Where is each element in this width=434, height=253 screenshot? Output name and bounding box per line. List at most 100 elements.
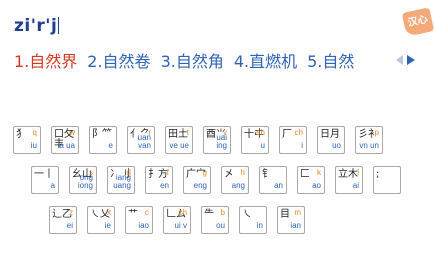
key-final-label: ou xyxy=(216,221,225,230)
keyboard-key: 𠃊ム zh ui v xyxy=(163,206,191,234)
keyboard-key: 辶乙 z ei xyxy=(49,206,77,234)
key-final-label: ai xyxy=(352,181,359,190)
keyboard-key: 十㐄 sh u xyxy=(241,126,269,154)
key-initial-label: p xyxy=(374,128,379,137)
key-initial-label: m xyxy=(294,208,301,217)
key-initial-label: sh xyxy=(256,128,265,137)
key-radical-label: ⺧ xyxy=(204,209,214,220)
composition-string: zi'r'j xyxy=(14,16,60,36)
key-radical-label: 日月 xyxy=(320,129,340,140)
keyboard-key: 犭 q iu xyxy=(13,126,41,154)
key-final-label: ia ua xyxy=(57,141,75,150)
page-navigation xyxy=(396,55,415,65)
key-radical-label: 艹 xyxy=(128,209,138,220)
key-final-label: ao xyxy=(312,181,321,190)
keyboard-key: ⺧ b ou xyxy=(201,206,229,234)
key-final-label: ui v xyxy=(174,221,187,230)
key-radical-label: 立木 xyxy=(338,169,358,180)
key-radical-label: 匚 xyxy=(300,169,310,180)
key-radical-label: ㇏ xyxy=(242,209,252,220)
candidate-list: 1.自然界 2.自然卷 3.自然角 4.直燃机 5.自然 xyxy=(14,48,364,72)
key-final-label: iao xyxy=(138,221,149,230)
key-radical-label: ; xyxy=(376,169,380,180)
keyboard-key: 厂 ch i xyxy=(279,126,307,154)
key-radical-label: 田土 xyxy=(168,129,188,140)
keyboard-key: 匚 k ao xyxy=(297,166,325,194)
keyboard-key: 阝⺮ e xyxy=(89,126,117,154)
key-final-label: eng xyxy=(193,181,207,190)
text-caret xyxy=(58,17,60,34)
key-initial-label: ch xyxy=(294,128,303,137)
key-initial-label: x xyxy=(107,208,111,217)
key-initial-label: w xyxy=(69,128,75,137)
candidate-2[interactable]: 2.自然卷 xyxy=(87,48,150,72)
key-radical-label: 扌方 xyxy=(148,169,168,180)
key-final-label: an xyxy=(274,181,283,190)
key-final-label: ei xyxy=(66,221,73,230)
key-initial-label: b xyxy=(220,208,225,217)
candidate-1[interactable]: 1.自然界 xyxy=(14,48,77,72)
key-initial-label: t xyxy=(186,128,189,137)
key-final-label: vn un xyxy=(359,141,379,150)
keyboard-key: ; xyxy=(373,166,401,194)
key-final-label: iang uang xyxy=(113,173,131,190)
key-final-label: u xyxy=(260,141,265,150)
keyboard-key: 酉⺌ y uai ing xyxy=(203,126,231,154)
ime-candidate-window: zi'r'j 汉心 1.自然界 2.自然卷 3.自然角 4.直燃机 5.自然 犭… xyxy=(0,0,434,253)
key-initial-label: h xyxy=(240,168,245,177)
key-final-label: uo xyxy=(332,141,341,150)
triangle-right-icon xyxy=(407,55,415,65)
key-final-label: iu xyxy=(30,141,37,150)
skin-logo-icon[interactable]: 汉心 xyxy=(401,7,434,37)
key-initial-label: z xyxy=(69,208,73,217)
key-final-label: ve ue xyxy=(169,141,189,150)
triangle-left-icon xyxy=(396,55,403,65)
key-radical-label: 目 xyxy=(280,209,290,220)
keyboard-key: 一丨 a xyxy=(31,166,59,194)
key-initial-label: k xyxy=(317,168,321,177)
key-radical-label: 阝⺮ xyxy=(92,129,112,140)
key-final-label: ong iong xyxy=(77,173,93,190)
keyboard-key: 彡衤 p vn un xyxy=(355,126,383,154)
key-radical-label: 㐅 xyxy=(224,169,234,180)
key-final-label: uan van xyxy=(137,133,151,150)
keyboard-key: ㇏ in xyxy=(239,206,267,234)
composition-text: zi'r'j xyxy=(14,16,58,36)
key-initial-label: c xyxy=(145,208,149,217)
key-final-label: uai ing xyxy=(216,133,227,150)
key-final-label: a xyxy=(50,181,55,190)
keyboard-key: 田土 t ve ue xyxy=(165,126,193,154)
keyboard-key: 口攵丰 w ia ua xyxy=(51,126,79,154)
key-final-label: in xyxy=(256,221,263,230)
key-final-label: i xyxy=(301,141,303,150)
keyboard-key: 㐅 h ang xyxy=(221,166,249,194)
keyboard-key: 艹 c iao xyxy=(125,206,153,234)
key-initial-label: g xyxy=(202,168,207,177)
key-final-label: e xyxy=(108,141,113,150)
key-radical-label: 一丨 xyxy=(34,169,54,180)
keyboard-key: 目 m ian xyxy=(277,206,305,234)
keyboard-key: 日月 uo xyxy=(317,126,345,154)
key-initial-label: zh xyxy=(178,208,187,217)
key-final-label: ian xyxy=(290,221,301,230)
keyboard-key: 冫刂 d iang uang xyxy=(107,166,135,194)
key-initial-label: q xyxy=(32,128,37,137)
keyboard-key: 扌方 f en xyxy=(145,166,173,194)
keyboard-key: 钅 an xyxy=(259,166,287,194)
keyboard-key: ㇏乂 x ie xyxy=(87,206,115,234)
key-radical-label: 厂 xyxy=(282,129,292,140)
key-final-label: ang xyxy=(231,181,245,190)
candidate-5[interactable]: 5.自然 xyxy=(307,48,354,72)
candidate-3[interactable]: 3.自然角 xyxy=(161,48,224,72)
candidate-4[interactable]: 4.直燃机 xyxy=(234,48,297,72)
prev-page-button[interactable] xyxy=(396,55,404,65)
keyboard-key: 广宀 g eng xyxy=(183,166,211,194)
key-initial-label: f xyxy=(166,168,169,177)
key-initial-label: l xyxy=(357,168,359,177)
key-radical-label: 犭 xyxy=(16,129,26,140)
keyboard-key: 幺山 s ong iong xyxy=(69,166,97,194)
keyboard-key: 立木 l ai xyxy=(335,166,363,194)
next-page-button[interactable] xyxy=(407,55,415,65)
key-final-label: ie xyxy=(104,221,111,230)
keyboard-key: 亻⺈ r uan van xyxy=(127,126,155,154)
